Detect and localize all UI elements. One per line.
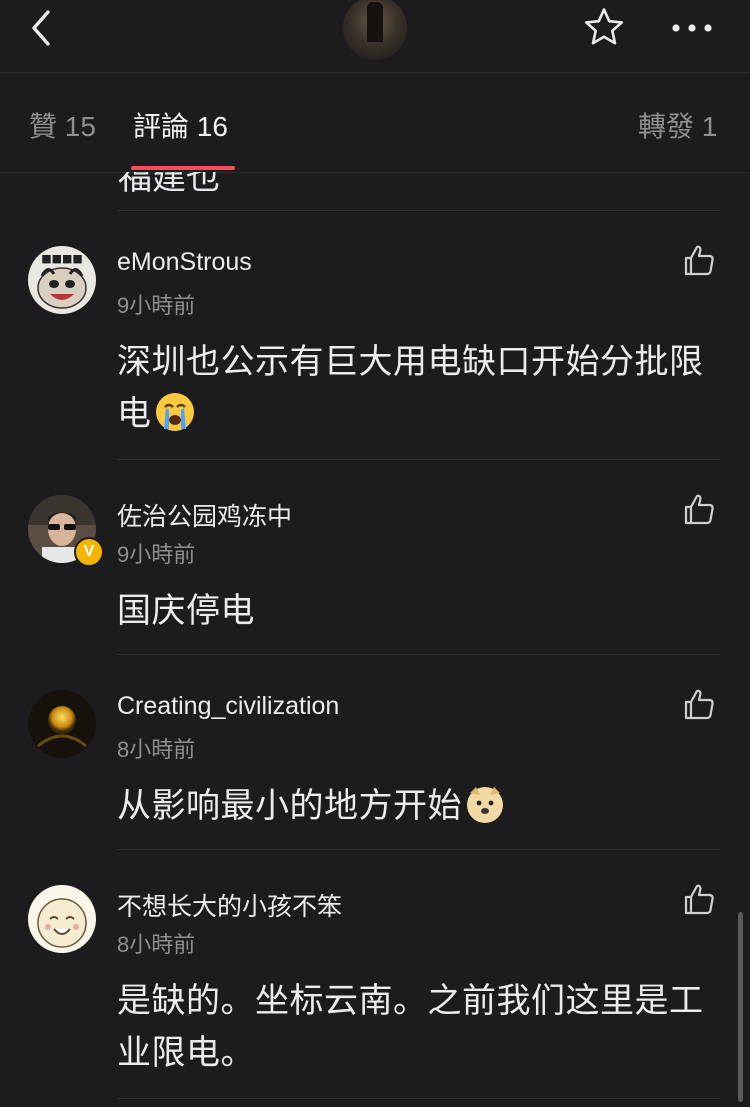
comment-divider — [117, 654, 720, 655]
comment-time: 9小時前 — [117, 293, 196, 318]
comment-text: 从影响最小的地方开始 — [117, 780, 717, 832]
more-options-icon[interactable] — [670, 16, 714, 40]
back-chevron-icon[interactable] — [24, 8, 64, 48]
comment-text-content: 深圳也公示有巨大用电缺口开始分批限电 — [117, 343, 704, 433]
comment-text: 深圳也公示有巨大用电缺口开始分批限电 — [117, 336, 717, 440]
comment-text-content: 是缺的。坐标云南。之前我们这里是工业限电。 — [117, 982, 704, 1072]
post-author-avatar[interactable] — [343, 0, 407, 60]
user-avatar[interactable] — [28, 885, 96, 953]
user-avatar[interactable] — [28, 690, 96, 758]
comment-divider — [117, 849, 720, 850]
username[interactable]: Creating_civilization — [117, 692, 339, 721]
thumbs-up-icon[interactable] — [682, 492, 716, 526]
tab-comments[interactable]: 評論 16 — [133, 105, 228, 145]
comment-divider — [117, 210, 720, 211]
svg-text:■■■■: ■■■■ — [41, 252, 83, 265]
verified-badge: V — [74, 537, 104, 567]
comment-time: 8小時前 — [117, 737, 196, 762]
comment-time: 9小時前 — [117, 542, 196, 567]
scrollbar[interactable] — [738, 912, 743, 1102]
star-icon[interactable] — [582, 6, 626, 50]
comment-divider — [117, 1098, 720, 1099]
comment-text-content: 从影响最小的地方开始 — [117, 787, 462, 825]
tab-reposts[interactable]: 轉發 1 — [638, 105, 717, 145]
user-avatar[interactable]: ■■■■ — [28, 246, 96, 314]
comment-text: 是缺的。坐标云南。之前我们这里是工业限电。 — [117, 975, 717, 1079]
thumbs-up-icon[interactable] — [682, 243, 716, 277]
comment-divider — [117, 459, 720, 460]
doge-face-icon — [464, 783, 506, 825]
comment-time: 8小時前 — [117, 932, 196, 957]
thumbs-up-icon[interactable] — [682, 687, 716, 721]
comment-text: 国庆停电 — [117, 585, 717, 637]
tab-likes[interactable]: 贊 15 — [29, 105, 96, 145]
thumbs-up-icon[interactable] — [682, 882, 716, 916]
top-bar — [0, 0, 750, 73]
tab-bar: 贊 15 評論 16 轉發 1 — [0, 72, 750, 173]
comment-text-content: 国庆停电 — [117, 592, 255, 630]
loudly-crying-face-icon — [154, 391, 196, 433]
username[interactable]: 佐治公园鸡冻中 — [117, 497, 292, 533]
active-tab-indicator — [131, 166, 235, 170]
username[interactable]: 不想长大的小孩不笨 — [117, 887, 342, 923]
username[interactable]: eMonStrous — [117, 248, 252, 277]
